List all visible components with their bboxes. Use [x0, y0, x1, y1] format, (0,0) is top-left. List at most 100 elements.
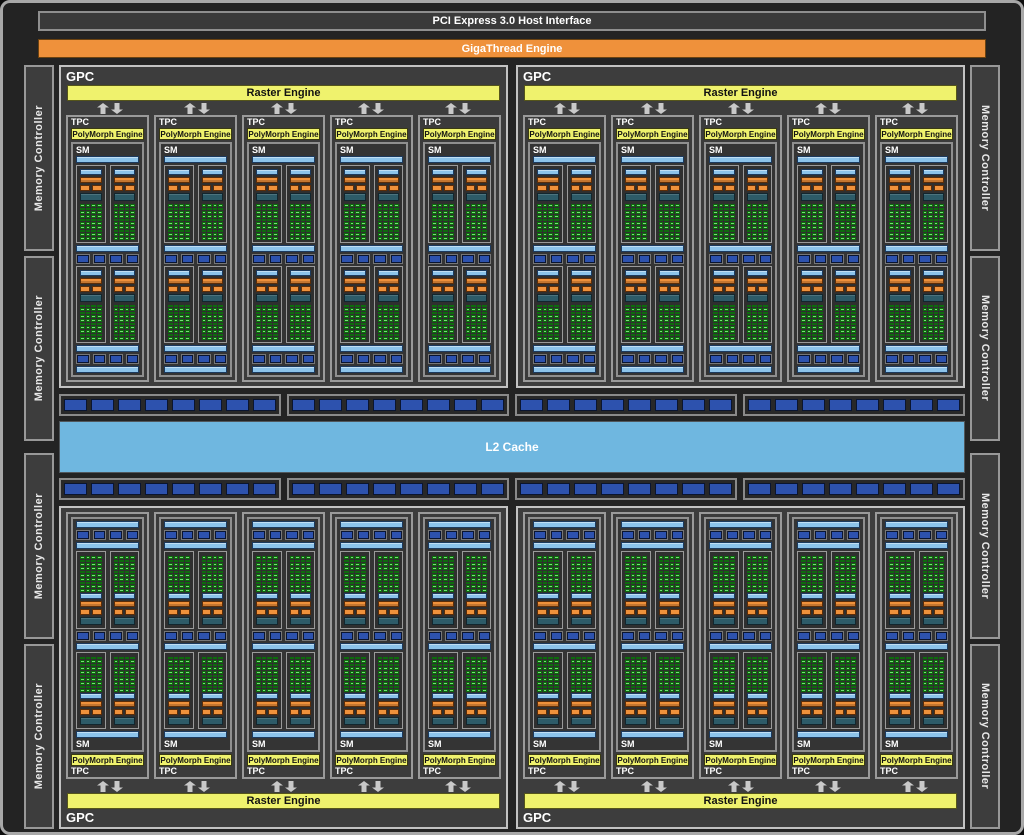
core-cell — [306, 237, 311, 240]
core-cell — [939, 323, 944, 326]
core-cell — [466, 323, 471, 326]
core-cell — [543, 226, 548, 229]
core-cell — [471, 582, 476, 585]
core-cell — [763, 686, 768, 689]
core-cell — [378, 219, 383, 222]
core-cell — [290, 323, 295, 326]
core-cell — [537, 567, 542, 570]
core-cell — [394, 667, 399, 670]
core-cell — [185, 664, 190, 667]
core-cell — [582, 567, 587, 570]
core-cell — [290, 660, 295, 663]
core-cell — [130, 219, 135, 222]
core-cell — [713, 226, 718, 229]
register-file-bar — [889, 294, 911, 302]
core-cell — [719, 686, 724, 689]
core-cell — [554, 222, 559, 225]
core-cell — [273, 578, 278, 581]
core-cell — [730, 312, 735, 315]
core-cell — [724, 315, 729, 318]
core-cell — [939, 660, 944, 663]
core-cell — [642, 334, 647, 337]
core-cell — [179, 563, 184, 566]
core-cell — [125, 219, 130, 222]
sm-partition — [374, 165, 404, 243]
core-cell — [939, 230, 944, 233]
sm-partition-pair — [428, 652, 491, 730]
core-cell — [174, 574, 179, 577]
core-cell — [719, 671, 724, 674]
dispatch-unit — [80, 286, 90, 292]
core-cell — [730, 233, 735, 236]
core-cell — [537, 334, 542, 337]
core-cell — [670, 308, 675, 311]
core-cell — [80, 689, 85, 692]
core-cell — [91, 574, 96, 577]
crossbar-segment — [775, 483, 798, 495]
core-cell — [636, 222, 641, 225]
core-cell — [631, 208, 636, 211]
core-cell — [801, 664, 806, 667]
instruction-buffer-bar — [114, 270, 136, 276]
core-cell — [80, 582, 85, 585]
sm-partition-pair — [709, 551, 772, 629]
core-cell — [443, 675, 448, 678]
core-cell — [86, 315, 91, 318]
core-cell — [262, 326, 267, 329]
core-cell — [664, 675, 669, 678]
core-cell — [758, 675, 763, 678]
core-cell — [482, 560, 487, 563]
core-cell — [394, 660, 399, 663]
sm-partition — [709, 165, 739, 243]
core-cell — [835, 686, 840, 689]
core-cell — [801, 222, 806, 225]
core-cell — [906, 671, 911, 674]
core-cell — [207, 664, 212, 667]
tpc-panel: SMPolyMorph EngineTPC — [699, 512, 782, 779]
shared-memory-bar — [164, 542, 227, 549]
core-cell — [895, 305, 900, 308]
core-cell — [664, 657, 669, 660]
core-cell — [273, 671, 278, 674]
core-cell — [80, 567, 85, 570]
core-cell — [301, 678, 306, 681]
core-cell — [378, 334, 383, 337]
core-cell — [213, 337, 218, 340]
core-cell — [889, 582, 894, 585]
dispatch-unit — [444, 185, 454, 191]
core-cell — [548, 305, 553, 308]
sm-partition-pair — [533, 266, 596, 344]
core-cell — [906, 567, 911, 570]
core-cell — [218, 578, 223, 581]
core-cell — [900, 675, 905, 678]
register-file-bar — [256, 617, 278, 625]
core-cell — [394, 571, 399, 574]
core-cell — [389, 657, 394, 660]
core-cell — [807, 337, 812, 340]
core-cell — [576, 204, 581, 207]
core-cell — [659, 678, 664, 681]
core-cell — [664, 682, 669, 685]
tpc-panel: SMPolyMorph EngineTPC — [875, 512, 958, 779]
core-cell — [939, 582, 944, 585]
instruction-buffer-bar — [571, 270, 593, 276]
core-cell — [642, 667, 647, 670]
core-cell — [202, 582, 207, 585]
core-cell — [432, 589, 437, 592]
core-cell — [537, 219, 542, 222]
core-cell — [571, 556, 576, 559]
core-cell — [378, 211, 383, 214]
core-cell — [438, 657, 443, 660]
core-cell — [889, 215, 894, 218]
core-cell — [350, 330, 355, 333]
register-file-bar — [537, 717, 559, 725]
core-cell — [801, 305, 806, 308]
core-cell — [383, 657, 388, 660]
core-cell — [906, 305, 911, 308]
core-cell — [587, 237, 592, 240]
core-cell — [642, 574, 647, 577]
core-cell — [361, 571, 366, 574]
core-cell — [207, 337, 212, 340]
core-cell — [86, 334, 91, 337]
core-cell — [130, 226, 135, 229]
